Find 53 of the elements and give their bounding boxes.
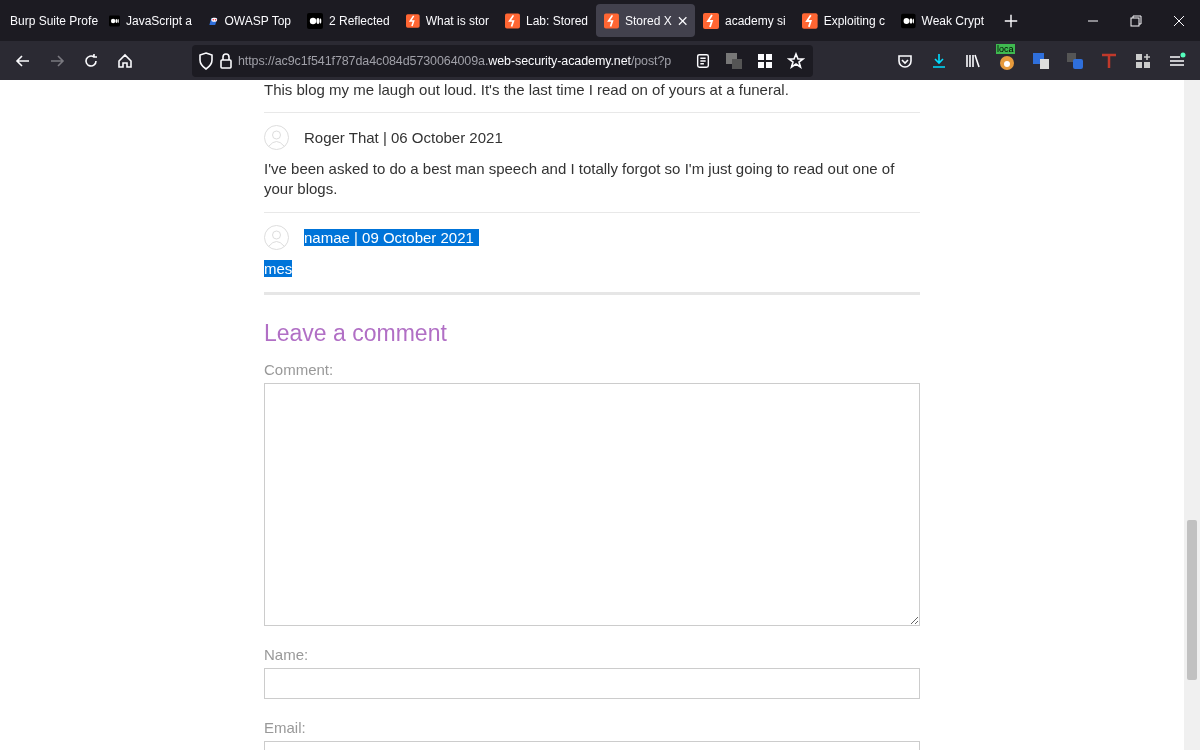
extension-badge: loca xyxy=(996,43,1015,54)
comment-field[interactable] xyxy=(264,383,920,626)
lock-icon xyxy=(219,51,233,70)
browser-tab[interactable]: JavaScript a xyxy=(101,4,200,37)
bolt-icon xyxy=(604,12,619,29)
restore-icon xyxy=(1129,14,1142,27)
avatar-icon xyxy=(264,225,289,250)
section-heading: Leave a comment xyxy=(264,320,448,347)
field-label: Comment: xyxy=(264,361,335,378)
browser-tab[interactable]: Burp Suite Profe xyxy=(2,4,101,37)
bolt-icon xyxy=(505,12,520,29)
avatar-icon xyxy=(264,125,289,150)
minimize-icon xyxy=(1086,19,1099,22)
browser-tab[interactable]: Weak Crypt xyxy=(893,4,992,37)
bolt-icon xyxy=(703,12,719,29)
comment-author: Roger That | 06 October 2021 xyxy=(304,129,503,146)
translate-icon xyxy=(1066,51,1084,70)
download-icon xyxy=(930,51,948,70)
field-label: Name: xyxy=(264,646,310,663)
translate-icon xyxy=(725,51,743,70)
reload-icon xyxy=(82,51,100,70)
comment-text: mes xyxy=(264,259,294,279)
home-icon xyxy=(116,51,134,70)
plus-icon xyxy=(1003,12,1019,29)
bolt-icon xyxy=(406,12,420,29)
star-icon xyxy=(787,51,805,70)
grid-icon xyxy=(757,52,773,69)
bolt-icon xyxy=(802,12,818,29)
t-letter-icon xyxy=(1100,51,1118,70)
translate-icon xyxy=(1032,51,1050,70)
dots-icon xyxy=(901,12,916,29)
comment-text: I've been asked to do a best man speech and I totally forgot so I'm just going to read out one of your blogs. xyxy=(264,159,896,199)
browser-tab[interactable]: Stored X xyxy=(596,4,695,37)
browser-tab[interactable]: OWASP Top xyxy=(200,4,299,37)
comment-author: namae | 09 October 2021 xyxy=(304,229,479,246)
browser-tab[interactable]: 2 Reflected xyxy=(299,4,398,37)
puzzle-grid-icon xyxy=(1135,52,1151,69)
browser-tab[interactable]: Lab: Stored xyxy=(497,4,596,37)
close-icon[interactable] xyxy=(677,15,687,26)
close-icon xyxy=(1172,14,1185,27)
scrollbar[interactable] xyxy=(1184,80,1200,750)
url-text: https://ac9c1f541f787da4c084d5730064009a.web-security-academy.net/post?p xyxy=(238,53,673,68)
extension-button[interactable]: loca xyxy=(990,44,1024,77)
browser-tab[interactable]: Exploiting c xyxy=(794,4,893,37)
comment-text: This blog my me laugh out loud. It's the last time I read on of yours at a funeral. xyxy=(264,80,790,100)
dots-icon xyxy=(307,12,323,29)
browser-tab[interactable]: What is stor xyxy=(398,4,497,37)
input-field[interactable] xyxy=(264,668,920,699)
field-label: Email: xyxy=(264,719,307,736)
shield-icon xyxy=(198,51,214,70)
address-bar[interactable]: https://ac9c1f541f787da4c084d5730064009a.web-security-academy.net/post?p xyxy=(192,44,813,77)
document-icon xyxy=(695,52,711,69)
browser-tab[interactable]: academy si xyxy=(695,4,794,37)
